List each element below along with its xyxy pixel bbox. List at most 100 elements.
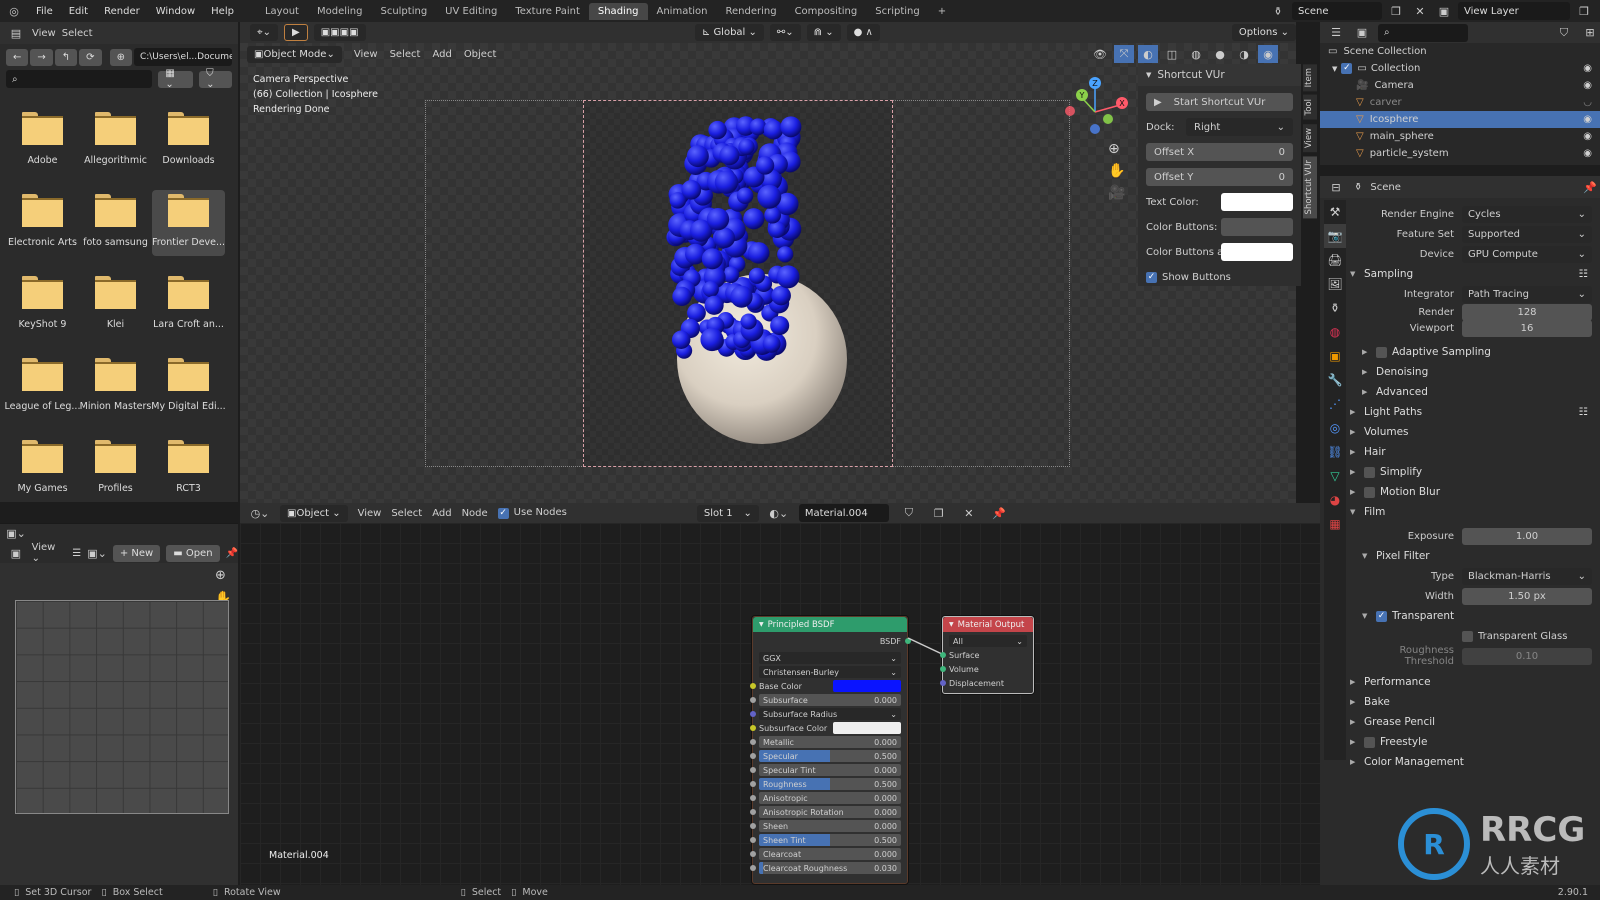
bsdf-value-field[interactable]: Sheen 0.000 (759, 820, 901, 832)
section-volumes[interactable]: ▶ Volumes (1350, 422, 1600, 442)
hamburger-menu-icon[interactable]: ☰ (72, 548, 81, 559)
tab-shortcut-vur[interactable]: Shortcut VUr (1303, 156, 1317, 219)
material-name-field[interactable]: Material.004 (798, 504, 889, 522)
exposure-field[interactable]: 1.00 (1462, 527, 1592, 545)
scene-icon[interactable]: ⚱ (1268, 2, 1288, 20)
add-workspace-button[interactable]: + (929, 3, 955, 20)
render-samples-field[interactable]: 128 (1462, 303, 1592, 321)
roughness-threshold-field[interactable]: 0.10 (1462, 647, 1592, 665)
surface-socket[interactable] (940, 652, 946, 658)
tab-tool[interactable]: Tool (1303, 95, 1317, 120)
blender-logo-icon[interactable]: ◎ (4, 2, 24, 20)
bsdf-value-field[interactable]: Anisotropic Rotation 0.000 (759, 806, 901, 818)
folder-item[interactable]: Profiles (79, 436, 152, 502)
camera-view-icon[interactable]: 🎥 (1108, 185, 1125, 201)
tab-uv-editing[interactable]: UV Editing (436, 3, 506, 20)
wireframe-shading-icon[interactable]: ◍ (1186, 45, 1206, 63)
outliner-item[interactable]: ▽ Icosphere ◉ (1320, 111, 1600, 128)
visibility-icon[interactable]: 👁 (1090, 45, 1110, 63)
input-socket[interactable] (750, 767, 756, 773)
section-bake[interactable]: ▶ Bake (1350, 692, 1600, 712)
subsurface-color-swatch[interactable] (833, 722, 901, 734)
motion-blur-checkbox[interactable] (1364, 486, 1375, 498)
output-tab-icon[interactable]: 🖨 (1324, 248, 1346, 272)
menu-add[interactable]: Add (432, 49, 451, 60)
folder-item[interactable]: Lara Croft an... (152, 272, 225, 338)
editor-type-icon[interactable]: ▤ (6, 24, 26, 42)
bsdf-value-field[interactable]: Specular 0.500 (759, 750, 901, 762)
solid-shading-icon[interactable]: ● (1210, 45, 1230, 63)
bsdf-value-field[interactable]: Metallic 0.000 (759, 736, 901, 748)
menu-view[interactable]: View (354, 49, 378, 60)
base-color-swatch[interactable] (833, 680, 901, 692)
menu-window[interactable]: Window (148, 6, 203, 17)
dock-dropdown[interactable]: Right ⌄ (1186, 118, 1293, 136)
eye-icon[interactable]: ◉ (1583, 114, 1592, 125)
viewport-samples-field[interactable]: 16 (1462, 319, 1592, 337)
menu-node[interactable]: Node (462, 508, 488, 519)
output-target-dropdown[interactable]: All ⌄ (949, 635, 1027, 647)
use-nodes-checkbox[interactable]: ✓ (497, 508, 509, 519)
pan-hand-icon[interactable]: ✋ (1108, 163, 1125, 179)
folder-item[interactable]: My Games (6, 436, 79, 502)
bsdf-value-field[interactable]: Specular Tint 0.000 (759, 764, 901, 776)
section-advanced[interactable]: ▶ Advanced (1350, 382, 1600, 402)
bsdf-value-field[interactable]: Roughness 0.500 (759, 778, 901, 790)
folder-item[interactable]: Frontier Deve... (152, 190, 225, 256)
panel-header[interactable]: ▼ Shortcut VUr (1138, 64, 1301, 86)
simplify-checkbox[interactable] (1364, 466, 1375, 478)
material-output-node[interactable]: ▼ Material Output All ⌄ Surface Volume Dis… (940, 616, 1034, 694)
scene-field[interactable]: Scene (1292, 2, 1382, 20)
base-color-socket[interactable] (750, 683, 756, 689)
subsurface-method-dropdown[interactable]: Christensen-Burley ⌄ (759, 666, 901, 678)
folder-item[interactable]: Electronic Arts (6, 190, 79, 256)
tab-animation[interactable]: Animation (648, 3, 717, 20)
new-collection-icon[interactable]: ⊞ (1580, 24, 1600, 42)
neg-x-axis-icon[interactable] (1065, 106, 1075, 116)
outliner-item[interactable]: ▽ main_sphere ◉ (1320, 128, 1600, 145)
tab-item[interactable]: Item (1303, 64, 1317, 92)
view-layer-icon[interactable]: ▣ (1434, 2, 1454, 20)
use-nodes-toggle[interactable]: ✓ Use Nodes (497, 507, 567, 519)
collection-row[interactable]: ▼ ✓ ▭ Collection ◉ (1320, 60, 1600, 77)
open-image-button[interactable]: ▬ Open (166, 544, 220, 562)
pivot-icon[interactable]: ⚯⌄ (769, 24, 801, 41)
menu-add[interactable]: Add (432, 508, 451, 519)
scene-collection-row[interactable]: ▭ Scene Collection (1320, 43, 1600, 60)
render-tab-icon[interactable]: 📷 (1324, 224, 1346, 248)
gizmo-toggle-icon[interactable]: ⤧ (1114, 45, 1134, 63)
proportional-edit-icon[interactable]: ● ∧ (846, 24, 880, 41)
transparent-glass-checkbox[interactable] (1462, 630, 1473, 642)
outliner-item[interactable]: ▽ particle_system ◉ (1320, 145, 1600, 162)
particles-tab-icon[interactable]: ⋰ (1324, 392, 1346, 416)
copy-icon[interactable]: ❐ (1574, 2, 1594, 20)
navigation-gizmo[interactable]: Z X Y (1060, 75, 1130, 145)
subsurface-radius-dropdown[interactable]: Subsurface Radius ⌄ (759, 708, 901, 720)
tab-shading[interactable]: Shading (588, 2, 648, 20)
pin-icon[interactable]: 📌 (226, 548, 238, 559)
eye-icon[interactable]: ◉ (1583, 148, 1592, 159)
distribution-dropdown[interactable]: GGX ⌄ (759, 652, 901, 664)
offset-x-field[interactable]: Offset X0 (1146, 143, 1293, 161)
input-socket[interactable] (750, 809, 756, 815)
folder-item[interactable]: League of Leg... (5, 354, 80, 420)
input-socket[interactable] (750, 753, 756, 759)
parent-dir-button[interactable]: ↰ (54, 48, 78, 66)
display-mode-button[interactable]: ▦ ⌄ (158, 68, 194, 90)
collapse-arrow-icon[interactable]: ▼ (949, 621, 954, 628)
folder-item[interactable]: Minion Masters (79, 354, 152, 420)
neg-y-axis-icon[interactable] (1103, 114, 1113, 124)
material-tab-icon[interactable]: ◕ (1324, 488, 1346, 512)
folder-item[interactable]: Downloads (152, 108, 225, 174)
adaptive-sampling-checkbox[interactable] (1376, 346, 1387, 358)
transparent-checkbox[interactable]: ✓ (1376, 610, 1387, 622)
pin-icon[interactable]: 📌 (989, 504, 1009, 522)
zoom-icon[interactable]: ⊕ (1108, 141, 1125, 157)
eye-icon[interactable]: ◉ (1583, 131, 1592, 142)
section-hair[interactable]: ▶ Hair (1350, 442, 1600, 462)
subsurface-radius-socket[interactable] (750, 711, 756, 717)
refresh-button[interactable]: ⟳ (79, 48, 102, 66)
rendered-shading-icon[interactable]: ◉ (1258, 45, 1278, 63)
copy-icon[interactable]: ❐ (1386, 2, 1406, 20)
mode-selector[interactable]: ▣ Object Mode ⌄ (247, 45, 342, 63)
